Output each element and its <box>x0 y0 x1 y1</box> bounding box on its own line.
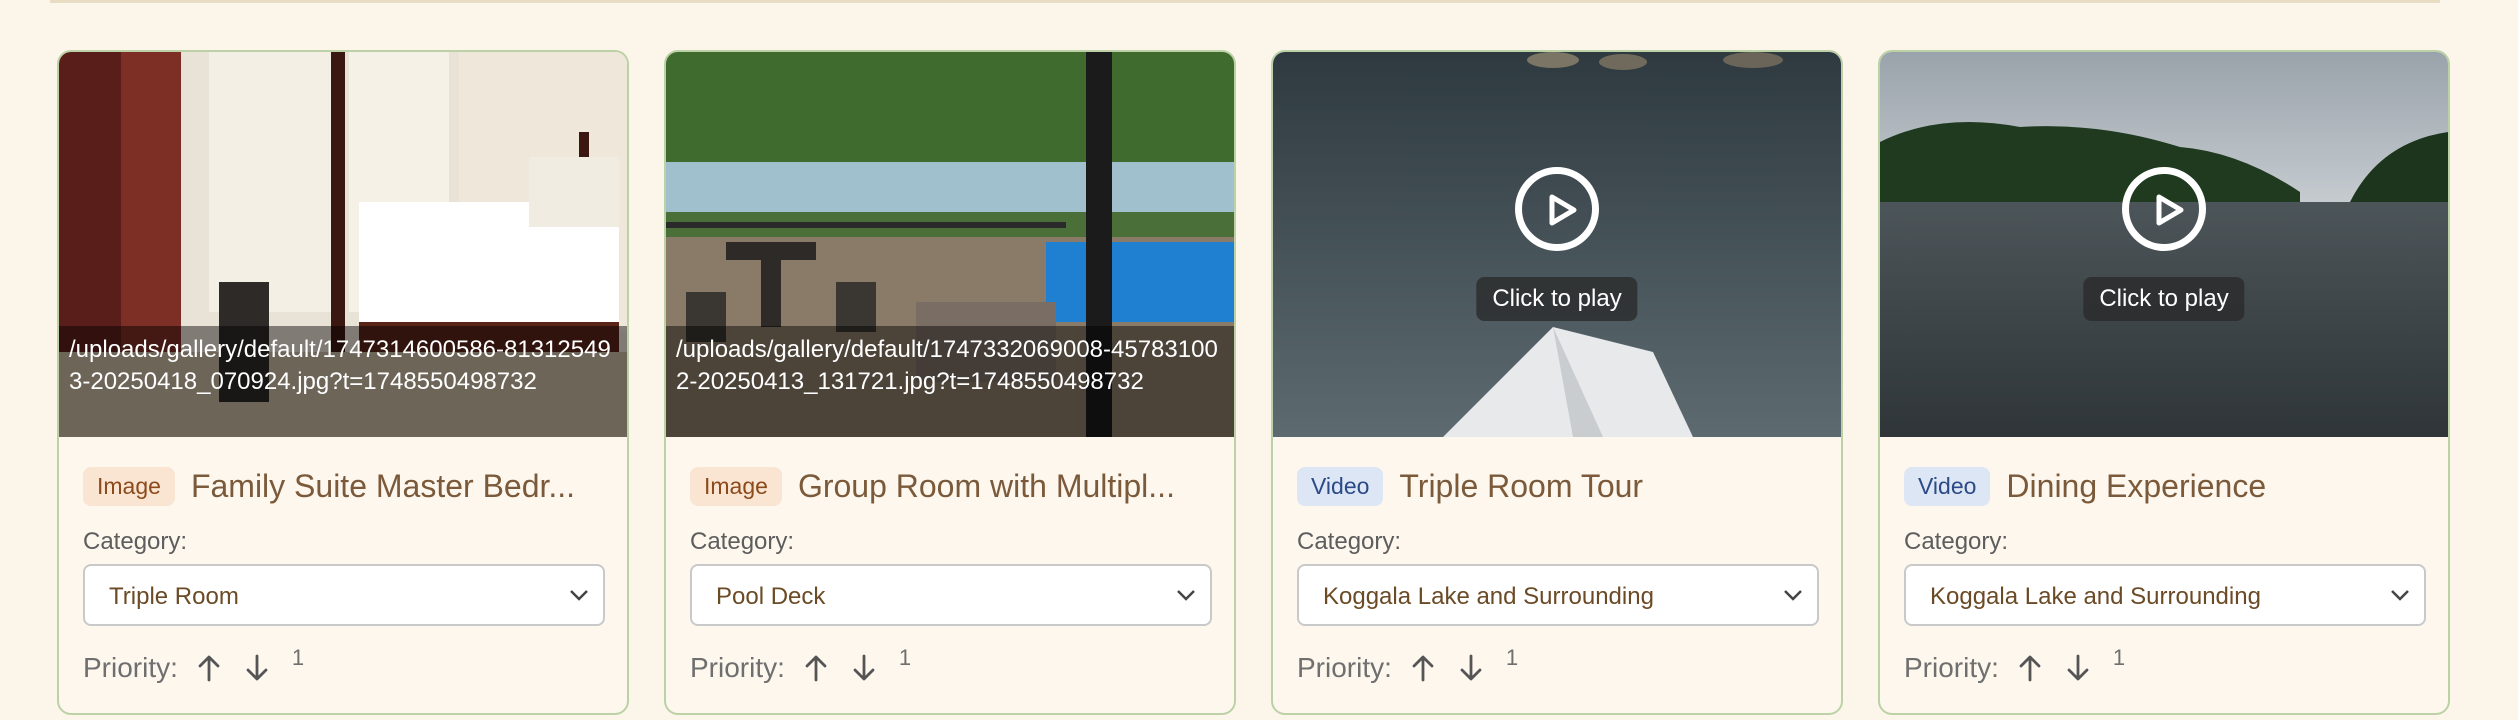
category-select[interactable]: Triple Room <box>83 564 605 626</box>
priority-row: Priority: 1 <box>1297 645 1519 688</box>
play-overlay[interactable]: Click to play <box>1273 52 1841 437</box>
category-selected-value: Pool Deck <box>716 583 826 610</box>
chevron-down-icon <box>1784 590 1802 601</box>
card-title: Dining Experience <box>2006 467 2267 504</box>
arrow-down-icon <box>853 654 875 681</box>
gallery-card-1[interactable]: /uploads/gallery/default/1747314600586-8… <box>57 50 629 715</box>
media-type-badge: Image <box>690 466 782 506</box>
click-to-play-label: Click to play <box>2083 277 2245 321</box>
move-down-button[interactable] <box>242 651 272 685</box>
category-label: Category: <box>1297 528 1402 555</box>
arrow-up-icon <box>805 655 827 682</box>
priority-label: Priority: <box>1297 652 1392 683</box>
priority-row: Priority: 1 <box>690 645 912 688</box>
move-down-button[interactable] <box>849 651 879 685</box>
priority-row: Priority: 1 <box>83 645 305 688</box>
arrow-up-icon <box>1412 655 1434 682</box>
play-overlay[interactable]: Click to play <box>1880 52 2448 437</box>
click-to-play-label: Click to play <box>1476 277 1638 321</box>
chevron-down-icon <box>570 590 588 601</box>
category-label: Category: <box>690 528 795 555</box>
arrow-down-icon <box>246 654 268 681</box>
priority-row: Priority: 1 <box>1904 645 2126 688</box>
video-thumbnail[interactable]: Click to play <box>1880 52 2448 437</box>
play-circle-icon[interactable] <box>2122 167 2206 251</box>
move-down-button[interactable] <box>1456 651 1486 685</box>
chevron-down-icon <box>2391 590 2409 601</box>
category-selected-value: Triple Room <box>109 583 239 610</box>
gallery-card-3[interactable]: Click to play Video Triple Room Tour Cat… <box>1271 50 1843 715</box>
arrow-down-icon <box>2067 654 2089 681</box>
card-title: Group Room with Multipl... <box>797 467 1175 504</box>
title-row: Image Family Suite Master Bedr... <box>83 464 575 508</box>
video-thumbnail[interactable]: Click to play <box>1273 52 1841 437</box>
priority-value: 1 <box>898 645 912 670</box>
arrow-up-icon <box>198 655 220 682</box>
category-selected-value: Koggala Lake and Surrounding <box>1930 583 2261 610</box>
move-up-button[interactable] <box>1408 651 1438 685</box>
category-label: Category: <box>1904 528 2009 555</box>
category-select[interactable]: Pool Deck <box>690 564 1212 626</box>
title-row: Video Triple Room Tour <box>1297 464 1643 508</box>
gallery-card-2[interactable]: /uploads/gallery/default/1747332069008-4… <box>664 50 1236 715</box>
card-title: Family Suite Master Bedr... <box>190 467 576 504</box>
title-row: Image Group Room with Multipl... <box>690 464 1175 508</box>
priority-label: Priority: <box>690 652 785 683</box>
play-circle-icon[interactable] <box>1515 167 1599 251</box>
category-selected-value: Koggala Lake and Surrounding <box>1323 583 1654 610</box>
media-type-badge: Image <box>83 466 175 506</box>
move-up-button[interactable] <box>801 651 831 685</box>
gallery-card-4[interactable]: Click to play Video Dining Experience Ca… <box>1878 50 2450 715</box>
category-select[interactable]: Koggala Lake and Surrounding <box>1904 564 2426 626</box>
file-path-overlay: /uploads/gallery/default/1747314600586-8… <box>59 326 627 437</box>
title-row: Video Dining Experience <box>1904 464 2266 508</box>
card-title: Triple Room Tour <box>1399 467 1644 504</box>
priority-value: 1 <box>2112 645 2126 670</box>
chevron-down-icon <box>1177 590 1195 601</box>
arrow-up-icon <box>2019 655 2041 682</box>
media-thumbnail[interactable]: /uploads/gallery/default/1747314600586-8… <box>59 52 627 437</box>
media-type-badge: Video <box>1904 466 1991 506</box>
priority-value: 1 <box>291 645 305 670</box>
move-down-button[interactable] <box>2063 651 2093 685</box>
priority-label: Priority: <box>83 652 178 683</box>
media-type-badge: Video <box>1297 466 1384 506</box>
move-up-button[interactable] <box>194 651 224 685</box>
category-label: Category: <box>83 528 188 555</box>
media-thumbnail[interactable]: /uploads/gallery/default/1747332069008-4… <box>666 52 1234 437</box>
priority-label: Priority: <box>1904 652 1999 683</box>
category-select[interactable]: Koggala Lake and Surrounding <box>1297 564 1819 626</box>
arrow-down-icon <box>1460 654 1482 681</box>
top-divider <box>50 0 2440 3</box>
priority-value: 1 <box>1505 645 1519 670</box>
file-path-overlay: /uploads/gallery/default/1747332069008-4… <box>666 326 1234 437</box>
move-up-button[interactable] <box>2015 651 2045 685</box>
